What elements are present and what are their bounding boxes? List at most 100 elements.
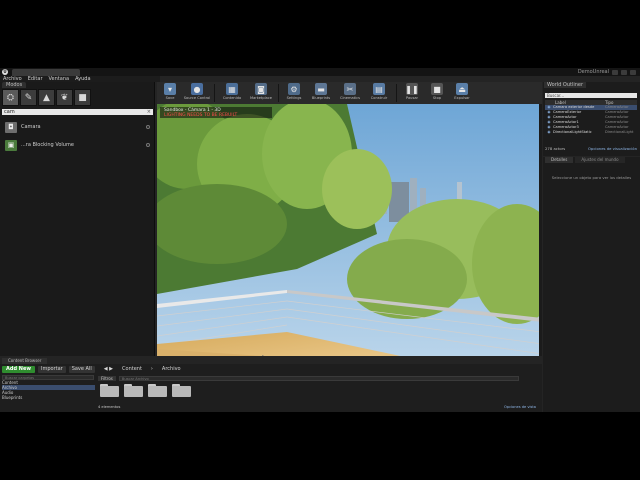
stop-icon: ■ xyxy=(431,83,443,95)
save-button[interactable]: ▾ Save xyxy=(159,83,181,103)
minimize-button[interactable] xyxy=(612,69,618,75)
build-button[interactable]: ▤ Construir xyxy=(366,83,392,103)
outliner-search-input[interactable]: Buscar... xyxy=(545,93,637,98)
toolbar-separator xyxy=(214,84,215,102)
cinematics-icon: ✂ xyxy=(344,83,356,95)
view-options-button[interactable]: Opciones de visualización xyxy=(588,146,637,152)
save-button-label: Save xyxy=(165,96,175,100)
asset-search-input[interactable]: Buscar Archivo xyxy=(118,375,519,381)
modes-tab[interactable]: Modos xyxy=(2,82,27,88)
breadcrumb-separator: › xyxy=(150,366,153,372)
modes-panel: Modos ⛭ ✎ ▲ ❦ ■ cam × ◘ Camara ▣ ...ra B… xyxy=(0,82,155,356)
toolbar-separator xyxy=(278,84,279,102)
marketplace-button[interactable]: ◙ Marketplace xyxy=(248,83,274,103)
content-button[interactable]: ▦ Contenido xyxy=(219,83,245,103)
stop-button[interactable]: ■ Stop xyxy=(426,83,448,103)
cinematics-button[interactable]: ✂ Cinematics xyxy=(337,83,363,103)
eye-icon[interactable]: ◉ xyxy=(545,130,553,135)
unreal-logo-icon: U xyxy=(2,69,8,75)
maximize-button[interactable] xyxy=(621,69,627,75)
view-options-button[interactable]: Opciones de vista xyxy=(504,404,540,410)
toolbar-separator xyxy=(396,84,397,102)
place-item-label: ...ra Blocking Volume xyxy=(21,142,74,148)
stop-label: Stop xyxy=(432,96,442,100)
tab-details[interactable]: Detalles xyxy=(545,157,574,163)
info-icon[interactable] xyxy=(146,125,150,129)
import-button[interactable]: Importar xyxy=(37,365,66,373)
place-item-camera[interactable]: ◘ Camara xyxy=(2,118,153,136)
items-count: 4 elementos xyxy=(98,405,121,409)
settings-button[interactable]: ⚙ Settings xyxy=(283,83,305,103)
project-name: DemoUnreal xyxy=(577,69,609,75)
modes-search-value: cam xyxy=(4,109,15,115)
marketplace-label: Marketplace xyxy=(249,96,273,100)
main-toolbar: ▾ Save ● Source Control ▦ Contenido ◙ Ma… xyxy=(157,82,542,104)
marketplace-icon: ◙ xyxy=(255,83,267,95)
actor-name: DirectionalLightStatic xyxy=(553,130,592,134)
clear-search-icon[interactable]: × xyxy=(147,109,151,115)
folder-icon[interactable] xyxy=(148,384,167,398)
folder-icon[interactable] xyxy=(100,384,119,398)
eject-icon: ⏏ xyxy=(456,83,468,95)
place-actor-list: ◘ Camara ▣ ...ra Blocking Volume xyxy=(2,118,153,154)
add-new-button[interactable]: Add New xyxy=(2,365,35,373)
modes-row: ⛭ ✎ ▲ ❦ ■ xyxy=(2,89,91,107)
settings-label: Settings xyxy=(286,96,302,100)
geometry-mode-icon[interactable]: ■ xyxy=(74,89,91,106)
outliner-row[interactable]: ◉ DirectionalLightStatic DirectionalLight xyxy=(545,130,637,135)
details-panel: Detalles Ajustes del mundo Seleccione un… xyxy=(543,157,640,412)
place-mode-icon[interactable]: ⛭ xyxy=(2,89,19,106)
content-label: Contenido xyxy=(222,96,242,100)
close-button[interactable] xyxy=(630,69,636,75)
asset-view: Filtros Buscar Archivo 4 elementos Opcio… xyxy=(98,375,540,410)
folder-icon[interactable] xyxy=(172,384,191,398)
blueprints-label: Blueprints xyxy=(311,96,331,100)
foliage-mode-icon[interactable]: ❦ xyxy=(56,89,73,106)
place-item-label: Camara xyxy=(21,124,41,130)
blueprints-button[interactable]: ▬ Blueprints xyxy=(308,83,334,103)
title-bar: U DemoUnreal xyxy=(0,68,640,76)
viewport-scene xyxy=(157,104,542,356)
folder-grid xyxy=(98,384,540,398)
outliner-footer: 278 actors Opciones de visualización xyxy=(545,146,637,152)
tab-world-settings[interactable]: Ajustes del mundo xyxy=(575,157,625,163)
title-right-area: DemoUnreal xyxy=(578,68,636,76)
breadcrumb-archivo[interactable]: Archivo xyxy=(162,366,181,372)
landscape-mode-icon[interactable]: ▲ xyxy=(38,89,55,106)
place-item-blocking-volume[interactable]: ▣ ...ra Blocking Volume xyxy=(2,136,153,154)
actor-type: DirectionalLight xyxy=(605,130,634,134)
build-label: Construir xyxy=(370,96,388,100)
volume-icon: ▣ xyxy=(5,139,17,151)
breadcrumb-content[interactable]: Content xyxy=(122,366,142,372)
eject-button[interactable]: ⏏ Expulsar xyxy=(451,83,473,103)
info-icon[interactable] xyxy=(146,143,150,147)
save-all-button[interactable]: Save All xyxy=(68,365,95,373)
details-empty-message: Seleccione un objeto para ver los detall… xyxy=(551,175,632,180)
eject-label: Expulsar xyxy=(454,96,470,100)
source-control-label: Source Control xyxy=(183,96,211,100)
level-viewport[interactable]: Sandbox - Cámara 1 - 3D LIGHTING NEEDS T… xyxy=(157,104,542,356)
viewport-scrollbar[interactable] xyxy=(539,104,542,356)
folder-tree: Buscar carpetas Content Archivo Audio Bl… xyxy=(2,375,95,410)
level-document-tab[interactable] xyxy=(12,69,80,76)
tree-item-blueprints[interactable]: Blueprints xyxy=(2,395,95,400)
paint-mode-icon[interactable]: ✎ xyxy=(20,89,37,106)
unreal-editor-window: U DemoUnreal Archivo Editar Ventana Ayud… xyxy=(0,68,640,412)
world-outliner-panel: World Outliner Buscar... Label Tipo ◉ Cam… xyxy=(543,82,640,156)
back-arrow-icon[interactable]: ◀ ▶ xyxy=(104,366,113,372)
modes-search-input[interactable]: cam × xyxy=(2,109,153,115)
filters-button[interactable]: Filtros xyxy=(98,375,116,381)
content-icon: ▦ xyxy=(226,83,238,95)
camera-icon: ◘ xyxy=(5,121,17,133)
pause-label: Pausar xyxy=(405,96,419,100)
blueprints-icon: ▬ xyxy=(315,83,327,95)
content-browser-toolbar: Add New Importar Save All ◀ ▶ Content › … xyxy=(0,365,542,373)
lighting-warning-text: LIGHTING NEEDS TO BE REBUILT xyxy=(164,113,238,118)
folder-icon[interactable] xyxy=(124,384,143,398)
cinematics-label: Cinematics xyxy=(340,96,360,100)
pause-button[interactable]: ❚❚ Pausar xyxy=(401,83,423,103)
source-control-button[interactable]: ● Source Control xyxy=(184,83,210,103)
settings-icon: ⚙ xyxy=(288,83,300,95)
content-browser-panel: Add New Importar Save All ◀ ▶ Content › … xyxy=(0,364,542,412)
world-outliner-tab[interactable]: World Outliner xyxy=(544,82,587,88)
